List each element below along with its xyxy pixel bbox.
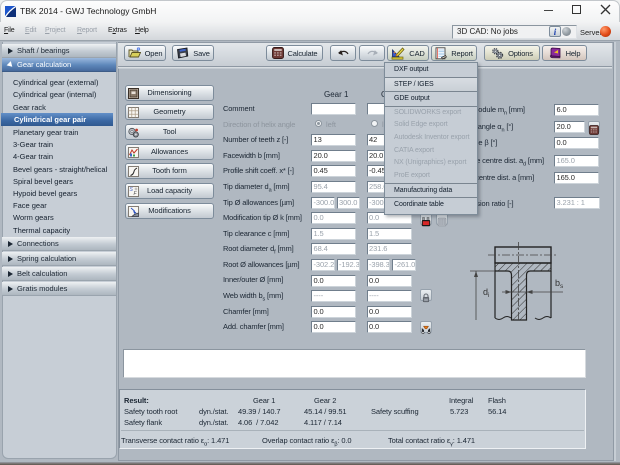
- svg-text:bs: bs: [555, 278, 564, 290]
- svg-text:di: di: [483, 287, 489, 299]
